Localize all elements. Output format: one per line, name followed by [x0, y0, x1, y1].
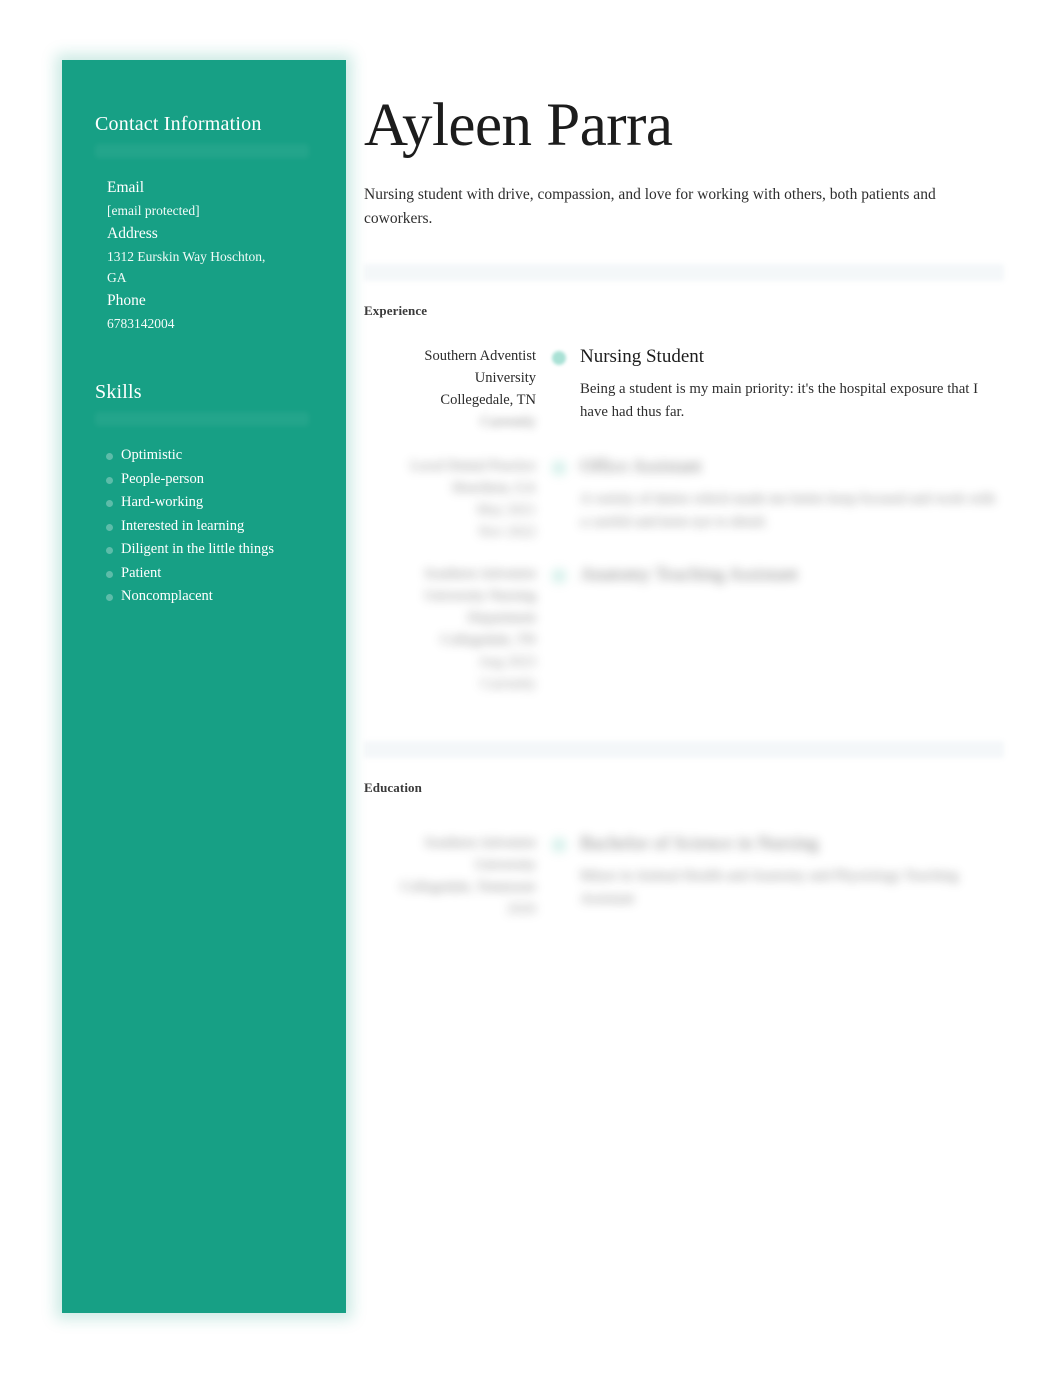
bullet-icon	[106, 594, 113, 602]
experience-date-end: Currently	[480, 676, 536, 693]
bullet-icon	[106, 547, 113, 555]
list-item: People-person	[106, 468, 346, 491]
experience-entry: Local Dental Practice Hoschton, GA May 2…	[364, 455, 1004, 543]
experience-location: Collegedale, TN	[440, 391, 536, 408]
bullet-icon	[106, 523, 113, 531]
skill-label: Patient	[121, 564, 162, 581]
skills-heading-divider	[95, 412, 309, 427]
timeline-marker	[546, 455, 572, 543]
experience-organization: Southern Adventist	[424, 347, 536, 364]
timeline-marker	[546, 563, 572, 695]
list-item: Optimistic	[106, 444, 346, 467]
experience-organization-line3: Department	[467, 610, 536, 627]
circle-icon	[552, 569, 566, 584]
experience-organization-line2: University	[474, 369, 536, 386]
skills-list: Optimistic People-person Hard-working In…	[95, 444, 346, 608]
list-item: Noncomplacent	[106, 585, 346, 608]
education-date: 2026	[507, 901, 536, 918]
skill-label: Noncomplacent	[121, 588, 213, 605]
bullet-icon	[106, 453, 113, 461]
experience-section-divider	[364, 263, 1004, 281]
contact-email-label: Email	[107, 179, 145, 196]
skill-label: Hard-working	[121, 494, 204, 511]
circle-icon	[552, 838, 566, 853]
professional-summary: Nursing student with drive, compassion, …	[364, 185, 936, 228]
skill-label: People-person	[121, 470, 204, 487]
skill-label: Diligent in the little things	[121, 541, 275, 558]
experience-entry-meta: Southern Adventist University Collegedal…	[364, 345, 546, 433]
education-section-title: Education	[364, 780, 422, 796]
circle-icon	[552, 460, 566, 475]
contact-email-value[interactable]: [email protected]	[95, 200, 346, 222]
experience-date-end: Nov 2022	[478, 524, 536, 541]
resume-main-content: Ayleen Parra Nursing student with drive,…	[364, 60, 1004, 920]
experience-date-start: Aug 2023	[478, 654, 536, 671]
contact-information-heading: Contact Information	[95, 113, 262, 135]
experience-location: Hoschton, GA	[452, 480, 536, 496]
experience-entry: Southern Adventist University Collegedal…	[364, 345, 1004, 433]
education-organization: Southern Adventist	[424, 835, 536, 852]
experience-role: Anatomy Teaching Assistant	[580, 564, 798, 586]
education-entry: Southern Adventist University Collegedal…	[364, 832, 1004, 920]
bullet-icon	[106, 570, 113, 578]
experience-entry-meta: Southern Adventist University Nursing De…	[364, 563, 546, 695]
bullet-icon	[106, 476, 113, 484]
experience-location: Collegedale, TN	[440, 632, 536, 649]
contact-information-section: Contact Information Email [email protect…	[62, 60, 346, 334]
education-section-divider	[364, 741, 1004, 759]
education-organization-line2: University	[474, 857, 536, 874]
experience-organization: Local Dental Practice	[410, 457, 536, 474]
experience-entry: Southern Adventist University Nursing De…	[364, 563, 1004, 695]
skills-heading: Skills	[95, 381, 142, 404]
skills-section: Skills Optimistic People-person Hard-wor…	[62, 334, 346, 608]
skill-label: Optimistic	[121, 447, 183, 464]
experience-role: Nursing Student	[580, 345, 705, 367]
education-description: Minor in Animal Health and Anatomy and P…	[580, 868, 959, 907]
contact-address-value-line2: GA	[107, 270, 127, 286]
list-item: Patient	[106, 562, 346, 585]
contact-field-address: Address 1312 Eurskin Way Hoschton, GA	[95, 222, 346, 289]
contact-field-email: Email [email protected]	[95, 176, 346, 222]
experience-date: Currently	[480, 413, 536, 430]
education-degree: Bachelor of Science in Nursing	[580, 833, 819, 855]
experience-date-start: May 2021	[476, 502, 536, 519]
sidebar: Contact Information Email [email protect…	[62, 60, 346, 1313]
bullet-icon	[106, 500, 113, 508]
experience-organization: Southern Adventist	[424, 566, 536, 583]
experience-entry-meta: Local Dental Practice Hoschton, GA May 2…	[364, 455, 546, 543]
experience-role: Office Assistant	[580, 455, 702, 477]
list-item: Interested in learning	[106, 515, 346, 538]
timeline-marker	[546, 832, 572, 920]
experience-section-title: Experience	[364, 302, 428, 318]
experience-entry-body: Office Assistant A variety of duties whi…	[572, 455, 1004, 543]
experience-description: A variety of duties which made me better…	[580, 490, 996, 530]
experience-entry-body: Nursing Student Being a student is my ma…	[572, 345, 1004, 433]
contact-field-phone: Phone 6783142004	[95, 289, 346, 335]
education-entry-meta: Southern Adventist University Collegedal…	[364, 832, 546, 920]
contact-phone-value[interactable]: 6783142004	[95, 313, 346, 335]
experience-organization-line2: University Nursing	[424, 588, 536, 605]
experience-entry-body: Anatomy Teaching Assistant	[572, 563, 1004, 695]
contact-address-label: Address	[107, 224, 158, 242]
skill-label: Interested in learning	[121, 517, 245, 534]
contact-heading-divider	[95, 144, 309, 158]
experience-description: Being a student is my main priority: it'…	[580, 380, 979, 420]
list-item: Diligent in the little things	[106, 538, 346, 561]
education-location: Collegedale, Tennessee	[400, 879, 536, 896]
list-item: Hard-working	[106, 491, 346, 514]
page-title: Ayleen Parra	[364, 92, 673, 159]
contact-address-value-line1: 1312 Eurskin Way Hoschton,	[107, 248, 266, 264]
circle-icon	[552, 350, 566, 365]
contact-phone-label: Phone	[107, 291, 146, 309]
timeline-marker	[546, 345, 572, 433]
education-entry-body: Bachelor of Science in Nursing Minor in …	[572, 832, 1004, 920]
